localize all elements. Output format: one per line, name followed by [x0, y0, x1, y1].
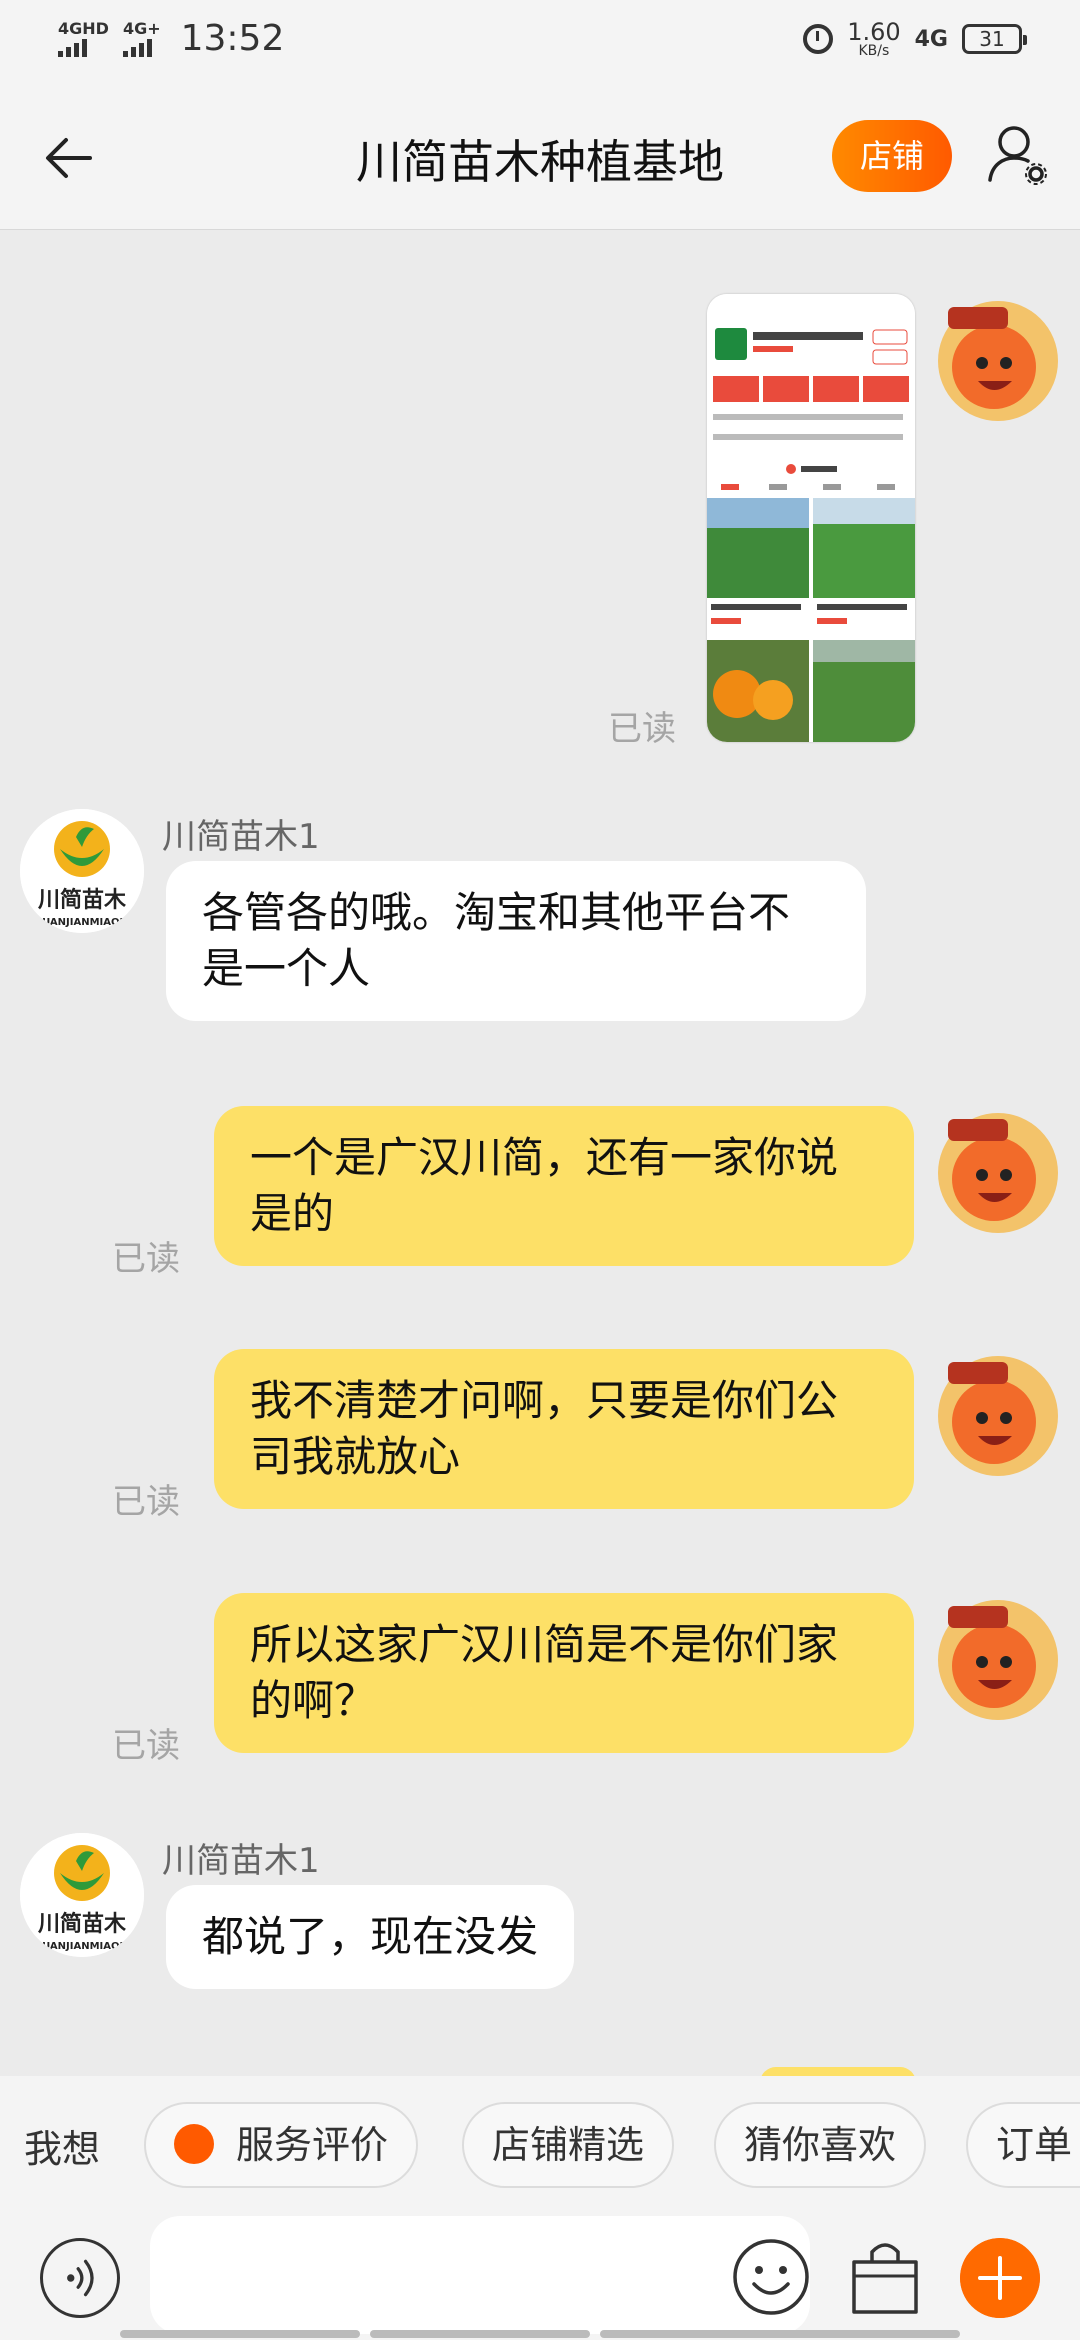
- message-bubble-me-partial: [760, 2067, 916, 2076]
- shop-logo-subtext: CHUANJIANMIAOMU: [26, 1941, 137, 1952]
- message-bubble-shop[interactable]: 都说了，现在没发: [166, 1885, 575, 1989]
- alarm-icon: [803, 24, 834, 54]
- shop-avatar[interactable]: 川简苗木 CHUANJIANMIAOMU: [20, 1833, 144, 1957]
- shop-avatar[interactable]: 川简苗木 CHUANJIANMIAOMU: [20, 809, 144, 933]
- message-bubble-me[interactable]: 一个是广汉川简，还有一家你说是的: [214, 1106, 914, 1266]
- chip-orders[interactable]: 订单: [966, 2102, 1080, 2188]
- my-avatar[interactable]: [928, 1342, 1068, 1482]
- user-settings-icon[interactable]: [984, 120, 1054, 190]
- battery-icon: 31: [962, 24, 1027, 54]
- store-button[interactable]: 店铺: [832, 120, 952, 192]
- network-speed: 1.60 KB/s: [847, 18, 901, 59]
- chip-store-picks[interactable]: 店铺精选: [462, 2102, 675, 2188]
- emoji-icon[interactable]: [730, 2236, 812, 2318]
- quick-bar-label: 我想: [24, 2127, 101, 2171]
- sender-name: 川简苗木1: [162, 817, 320, 857]
- shop-logo-text: 川简苗木: [37, 887, 127, 913]
- shopping-bag-icon[interactable]: [848, 2236, 922, 2318]
- shop-logo-text: 川简苗木: [37, 1911, 127, 1937]
- message-input[interactable]: [150, 2216, 810, 2334]
- status-bar: 4GHD 4G+ 13:52 1.60 KB/s 4G 31: [0, 0, 1080, 86]
- read-receipt: 已读: [112, 1482, 180, 1522]
- voice-icon[interactable]: [40, 2238, 120, 2318]
- network-type: 4G: [914, 26, 948, 52]
- read-receipt: 已读: [112, 1726, 180, 1766]
- home-indicator: [120, 2330, 960, 2338]
- clock: 13:52: [180, 18, 285, 59]
- read-receipt: 已读: [112, 1239, 180, 1279]
- my-avatar[interactable]: [928, 1586, 1068, 1726]
- signal-2-icon: 4G+: [122, 20, 161, 57]
- sender-name: 川简苗木1: [162, 1841, 320, 1881]
- my-avatar[interactable]: [928, 1099, 1068, 1239]
- chat-area[interactable]: 已读 川简苗木 CHUANJIANMIAOMU 川简苗木1 各管各的哦。淘宝和其…: [0, 231, 1080, 2076]
- shared-screenshot-image[interactable]: [707, 294, 915, 742]
- shop-logo-subtext: CHUANJIANMIAOMU: [26, 917, 137, 928]
- signal-1-icon: 4GHD: [58, 20, 109, 57]
- quick-reply-bar: 我想 服务评价 店铺精选 猜你喜欢 订单: [0, 2076, 1080, 2214]
- review-icon: [174, 2123, 214, 2164]
- message-bubble-me[interactable]: 所以这家广汉川简是不是你们家的啊？: [214, 1593, 914, 1753]
- chat-header: 川简苗木种植基地 店铺: [0, 86, 1080, 230]
- chip-service-review[interactable]: 服务评价: [144, 2102, 419, 2188]
- plus-icon[interactable]: [960, 2238, 1040, 2318]
- chip-recommend[interactable]: 猜你喜欢: [714, 2102, 927, 2188]
- my-avatar[interactable]: [928, 287, 1068, 427]
- message-bubble-me[interactable]: 我不清楚才问啊，只要是你们公司我就放心: [214, 1349, 914, 1509]
- input-bar: [0, 2214, 1080, 2340]
- message-bubble-shop[interactable]: 各管各的哦。淘宝和其他平台不是一个人: [166, 861, 866, 1021]
- read-receipt: 已读: [608, 709, 676, 749]
